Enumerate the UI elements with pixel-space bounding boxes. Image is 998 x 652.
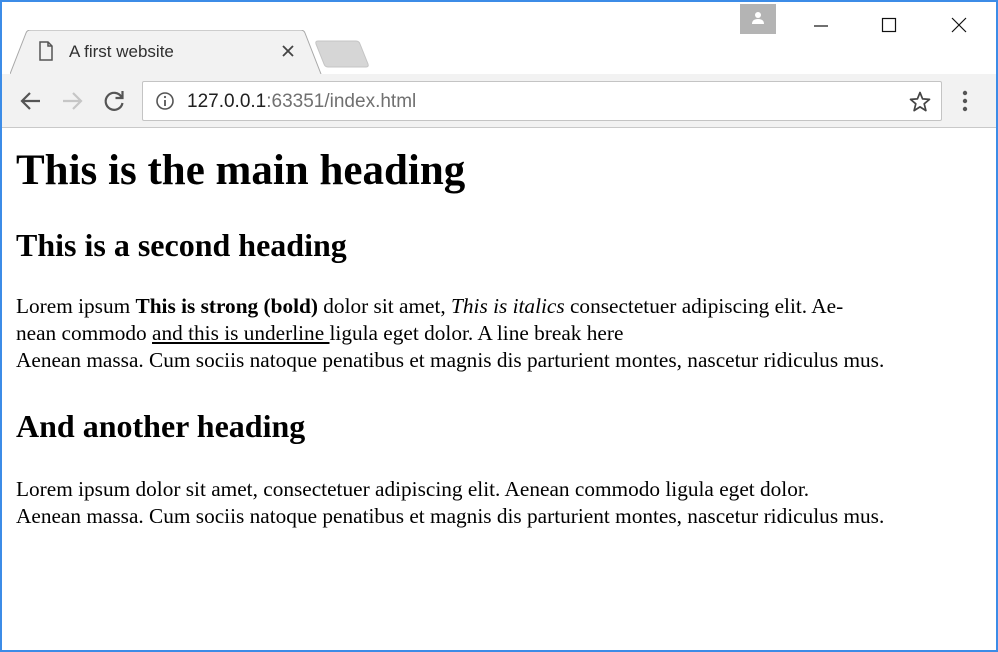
main-heading: This is the main heading xyxy=(16,147,466,194)
url-text: 127.0.0.1:63351/index.html xyxy=(187,91,416,113)
paragraph-one-text: ligula eget dolor. A line break here xyxy=(329,321,624,345)
page-content: This is the main heading This is a secon… xyxy=(2,129,996,650)
title-bar: A first website xyxy=(2,2,996,74)
address-bar[interactable]: 127.0.0.1:63351/index.html xyxy=(142,81,942,121)
maximize-icon[interactable] xyxy=(866,2,912,48)
line-break-text: Aenean massa. Cum sociis natoque penatib… xyxy=(16,348,885,372)
browser-window: A first website 127.0.0.1:63351/index.ht… xyxy=(0,0,998,652)
url-host: 127.0.0.1 xyxy=(187,91,267,112)
tab-title: A first website xyxy=(69,42,174,61)
paragraph-one-text: dolor sit amet, xyxy=(317,294,452,318)
forward-icon[interactable] xyxy=(59,88,85,114)
browser-toolbar: 127.0.0.1:63351/index.html xyxy=(2,74,996,128)
underline-text: and this is underline xyxy=(152,321,330,345)
paragraph-one-text: nean commodo xyxy=(16,321,153,345)
close-icon[interactable] xyxy=(280,43,296,59)
paragraph-two-line1: Lorem ipsum dolor sit amet, consectetuer… xyxy=(16,477,810,501)
third-heading: And another heading xyxy=(16,408,306,444)
strong-text: This is strong (bold) xyxy=(135,294,318,318)
paragraph-one-text: consectetuer adipiscing elit. Ae- xyxy=(564,294,844,318)
new-tab-icon[interactable] xyxy=(314,40,370,68)
paragraph-two: Lorem ipsum dolor sit amet, consectetuer… xyxy=(16,476,982,530)
back-icon[interactable] xyxy=(18,88,44,114)
page-icon xyxy=(38,41,54,61)
url-path: :63351/index.html xyxy=(266,91,417,112)
window-close-icon[interactable] xyxy=(936,2,982,48)
star-icon[interactable] xyxy=(908,90,932,114)
paragraph-one: Lorem ipsum This is strong (bold) dolor … xyxy=(16,293,982,374)
active-tab[interactable]: A first website xyxy=(10,30,322,74)
minimize-icon[interactable] xyxy=(798,2,844,48)
second-heading: This is a second heading xyxy=(16,227,347,263)
info-icon[interactable] xyxy=(156,92,174,110)
paragraph-two-line2: Aenean massa. Cum sociis natoque penatib… xyxy=(16,504,885,528)
reload-icon[interactable] xyxy=(101,88,127,114)
profile-icon[interactable] xyxy=(740,4,776,34)
italic-text: This is italics xyxy=(451,294,565,318)
menu-icon[interactable] xyxy=(960,90,970,112)
paragraph-one-text: Lorem ipsum xyxy=(16,294,136,318)
